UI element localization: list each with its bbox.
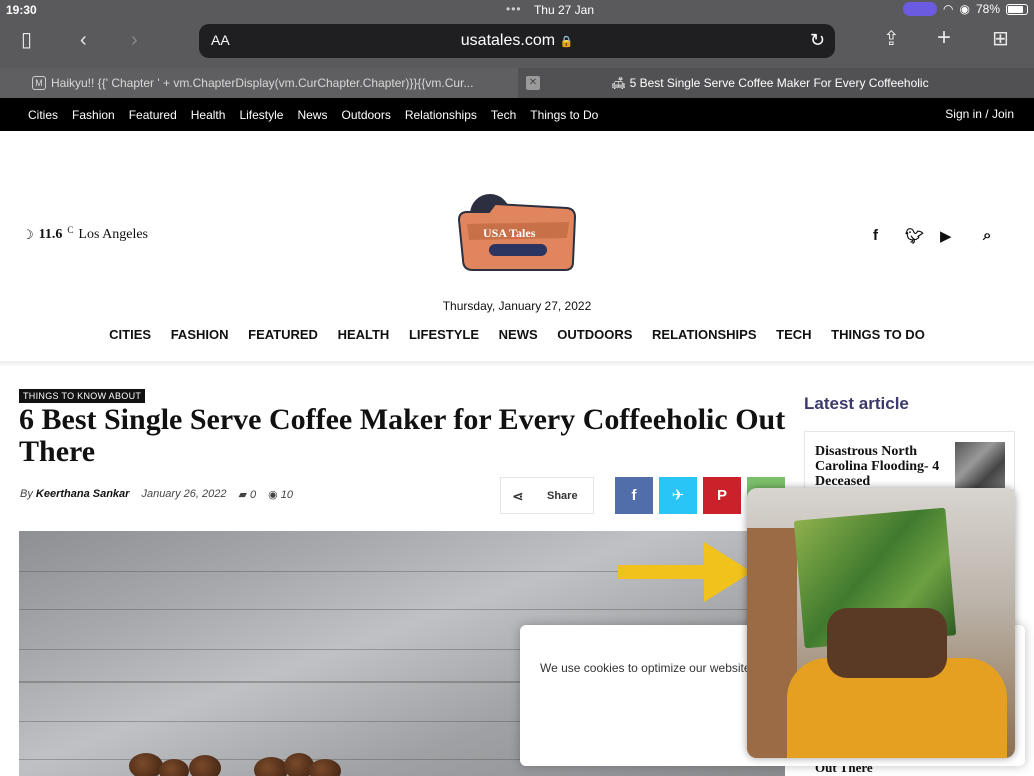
search-icon[interactable]: ⌕ bbox=[983, 227, 991, 244]
moon-icon: ☽ bbox=[22, 227, 34, 242]
category-badge[interactable]: THINGS TO KNOW ABOUT bbox=[19, 389, 146, 403]
orientation-lock-icon: ◉ bbox=[959, 2, 970, 16]
top-nav-tech[interactable]: Tech bbox=[491, 108, 516, 122]
main-nav-outdoors[interactable]: OUTDOORS bbox=[557, 327, 632, 342]
screen-record-icon bbox=[903, 2, 937, 16]
header-date: Thursday, January 27, 2022 bbox=[442, 299, 592, 313]
sidebar-toggle-icon[interactable]: ▯ bbox=[21, 30, 32, 50]
share-nodes-icon: ⋖ bbox=[512, 488, 524, 504]
main-nav-lifestyle[interactable]: LIFESTYLE bbox=[409, 327, 479, 342]
weather-city: Los Angeles bbox=[78, 227, 149, 242]
weather-temp: 11.6 bbox=[38, 227, 63, 242]
latest-article-title[interactable]: Disastrous North Carolina Flooding- 4 De… bbox=[815, 444, 951, 489]
latest-article-thumbnail[interactable] bbox=[955, 442, 1005, 488]
by-label: By bbox=[20, 488, 33, 500]
main-nav-things-to-do[interactable]: THINGS TO DO bbox=[831, 327, 925, 342]
youtube-icon[interactable]: ▶ bbox=[940, 227, 952, 245]
main-nav: CITIES FASHION FEATURED HEALTH LIFESTYLE… bbox=[0, 327, 1034, 342]
facebook-icon[interactable]: f bbox=[873, 227, 878, 244]
top-nav-health[interactable]: Health bbox=[191, 108, 226, 122]
battery-icon bbox=[1006, 3, 1028, 15]
comment-icon: ▰ bbox=[238, 489, 247, 501]
top-nav-cities[interactable]: Cities bbox=[28, 108, 58, 122]
facebook-icon: f bbox=[631, 487, 637, 504]
share-button[interactable]: ⋖ Share bbox=[500, 477, 594, 514]
header-divider bbox=[0, 361, 1034, 367]
tab-coffee[interactable]: ✕ 🛋 5 Best Single Serve Coffee Maker For… bbox=[518, 68, 1034, 98]
reload-icon[interactable]: ↻ bbox=[810, 30, 825, 51]
comment-count[interactable]: 0 bbox=[250, 489, 256, 501]
status-time: 19:30 bbox=[6, 3, 37, 17]
latest-article-card[interactable]: Disastrous North Carolina Flooding- 4 De… bbox=[804, 431, 1015, 491]
battery-percent: 78% bbox=[975, 2, 1000, 16]
weather-widget: ☽ 11.6 C Los Angeles bbox=[22, 225, 149, 243]
top-nav-things-to-do[interactable]: Things to Do bbox=[530, 108, 598, 122]
main-nav-featured[interactable]: FEATURED bbox=[248, 327, 318, 342]
cookie-text: We use cookies to optimize our website bbox=[540, 661, 751, 675]
browser-chrome: 19:30 Thu 27 Jan ••• ◠ ◉ 78% ▯ ‹ › AA us… bbox=[0, 0, 1034, 68]
share-label: Share bbox=[547, 490, 578, 502]
top-nav-links: Cities Fashion Featured Health Lifestyle… bbox=[28, 108, 598, 122]
tab-overview-icon[interactable]: ⊞ bbox=[992, 29, 1009, 49]
main-nav-relationships[interactable]: RELATIONSHIPS bbox=[652, 327, 757, 342]
tab-title: 🛋 5 Best Single Serve Coffee Maker For E… bbox=[611, 76, 929, 90]
tab-haikyu[interactable]: M Haikyu!! {{' Chapter ' + vm.ChapterDis… bbox=[0, 68, 518, 98]
wifi-icon: ◠ bbox=[943, 2, 954, 16]
address-bar[interactable]: AA usatales.com 🔒 ↻ bbox=[199, 24, 835, 58]
top-nav-news[interactable]: News bbox=[297, 108, 327, 122]
weather-unit: C bbox=[67, 225, 74, 235]
url-text: usatales.com 🔒 bbox=[460, 32, 574, 49]
twitter-icon[interactable]: 🐦︎ bbox=[905, 227, 924, 245]
share-facebook-button[interactable]: f bbox=[615, 477, 653, 514]
article-meta: By Keerthana Sankar January 26, 2022 ▰ 0… bbox=[20, 488, 293, 501]
twitter-icon: ✈ bbox=[671, 487, 685, 504]
share-icon[interactable]: ⇪ bbox=[883, 29, 900, 49]
main-nav-news[interactable]: NEWS bbox=[499, 327, 538, 342]
pip-video-window[interactable] bbox=[747, 488, 1015, 758]
pinterest-icon: P bbox=[716, 487, 727, 504]
share-twitter-button[interactable]: ✈ bbox=[659, 477, 697, 514]
back-icon[interactable]: ‹ bbox=[80, 30, 87, 50]
status-date: Thu 27 Jan bbox=[533, 3, 595, 17]
top-nav-fashion[interactable]: Fashion bbox=[72, 108, 115, 122]
top-nav-outdoors[interactable]: Outdoors bbox=[341, 108, 390, 122]
main-nav-health[interactable]: HEALTH bbox=[338, 327, 390, 342]
sign-in-link[interactable]: Sign in / Join bbox=[945, 107, 1014, 121]
tab-title: Haikyu!! {{' Chapter ' + vm.ChapterDispl… bbox=[51, 76, 474, 90]
article-title: 6 Best Single Serve Coffee Maker for Eve… bbox=[19, 403, 786, 468]
status-right: ◠ ◉ 78% bbox=[903, 2, 1028, 16]
top-nav-lifestyle[interactable]: Lifestyle bbox=[239, 108, 283, 122]
top-nav-featured[interactable]: Featured bbox=[129, 108, 177, 122]
site-top-nav: Cities Fashion Featured Health Lifestyle… bbox=[0, 98, 1034, 131]
forward-icon[interactable]: › bbox=[131, 30, 138, 50]
top-nav-relationships[interactable]: Relationships bbox=[405, 108, 477, 122]
logo-text: USA Tales bbox=[483, 226, 536, 240]
new-tab-icon[interactable]: + bbox=[937, 26, 951, 50]
tab-favicon: M bbox=[32, 76, 46, 90]
close-tab-icon[interactable]: ✕ bbox=[526, 76, 540, 90]
tab-strip: M Haikyu!! {{' Chapter ' + vm.ChapterDis… bbox=[0, 68, 1034, 98]
status-bar: 19:30 Thu 27 Jan ••• ◠ ◉ 78% bbox=[0, 0, 1034, 20]
share-pinterest-button[interactable]: P bbox=[703, 477, 741, 514]
main-nav-tech[interactable]: TECH bbox=[776, 327, 811, 342]
multitask-dots[interactable]: ••• bbox=[506, 2, 522, 16]
arrow-annotation-head bbox=[704, 542, 752, 602]
lock-icon: 🔒 bbox=[559, 36, 574, 48]
main-nav-cities[interactable]: CITIES bbox=[109, 327, 151, 342]
article-date: January 26, 2022 bbox=[141, 488, 227, 500]
eye-icon: ◉ bbox=[268, 489, 278, 501]
main-nav-fashion[interactable]: FASHION bbox=[171, 327, 229, 342]
author-link[interactable]: Keerthana Sankar bbox=[36, 488, 130, 500]
view-count: 10 bbox=[280, 489, 294, 501]
latest-article-heading: Latest article bbox=[804, 394, 909, 413]
arrow-annotation bbox=[618, 565, 708, 579]
